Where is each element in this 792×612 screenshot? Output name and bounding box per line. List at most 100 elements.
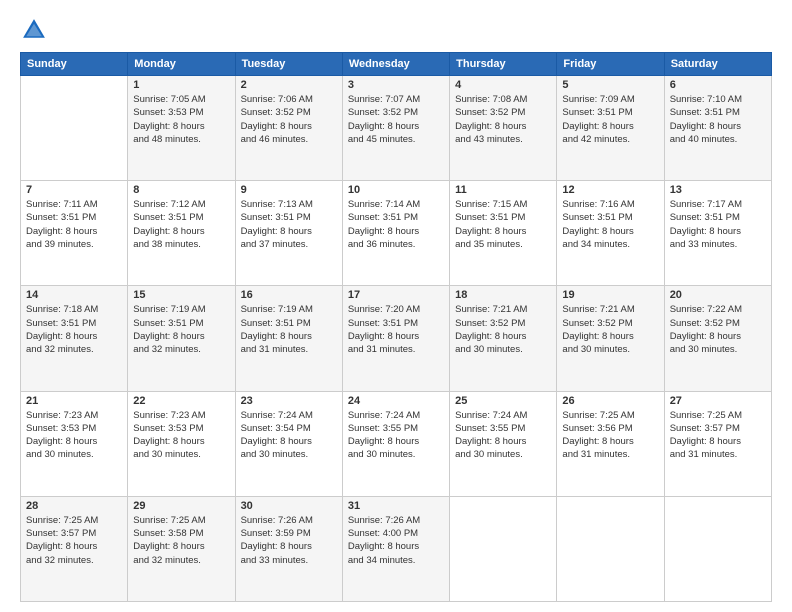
day-info: Sunrise: 7:21 AMSunset: 3:52 PMDaylight:… [455, 303, 551, 356]
day-number: 2 [241, 79, 337, 91]
day-info: Sunrise: 7:24 AMSunset: 3:55 PMDaylight:… [455, 409, 551, 462]
calendar-cell: 4 Sunrise: 7:08 AMSunset: 3:52 PMDaylight… [450, 76, 557, 181]
calendar-cell: 18 Sunrise: 7:21 AMSunset: 3:52 PMDayligh… [450, 286, 557, 391]
day-number: 21 [26, 395, 122, 407]
day-info: Sunrise: 7:25 AMSunset: 3:56 PMDaylight:… [562, 409, 658, 462]
calendar-cell: 6Sunrise: 7:10 AMSunset: 3:51 PMDaylight… [664, 76, 771, 181]
day-number: 27 [670, 395, 766, 407]
calendar-cell: 12Sunrise: 7:16 AMSunset: 3:51 PMDayligh… [557, 181, 664, 286]
day-info: Sunrise: 7:19 AMSunset: 3:51 PMDaylight:… [133, 303, 229, 356]
day-info: Sunrise: 7:26 AMSunset: 4:00 PMDaylight:… [348, 514, 444, 567]
day-number: 19 [562, 289, 658, 301]
header-row: SundayMondayTuesdayWednesdayThursdayFrid… [21, 53, 772, 76]
day-info: Sunrise: 7:17 AMSunset: 3:51 PMDaylight:… [670, 198, 766, 251]
day-info: Sunrise: 7:18 AMSunset: 3:51 PMDaylight:… [26, 303, 122, 356]
day-info: Sunrise: 7:19 AMSunset: 3:51 PMDaylight:… [241, 303, 337, 356]
day-info: Sunrise: 7:14 AMSunset: 3:51 PMDaylight:… [348, 198, 444, 251]
day-number: 24 [348, 395, 444, 407]
calendar-cell: 3 Sunrise: 7:07 AMSunset: 3:52 PMDaylight… [342, 76, 449, 181]
calendar-cell: 11Sunrise: 7:15 AMSunset: 3:51 PMDayligh… [450, 181, 557, 286]
day-number: 25 [455, 395, 551, 407]
day-number: 14 [26, 289, 122, 301]
calendar-cell: 7 Sunrise: 7:11 AMSunset: 3:51 PMDaylight… [21, 181, 128, 286]
day-number: 23 [241, 395, 337, 407]
calendar-table: SundayMondayTuesdayWednesdayThursdayFrid… [20, 52, 772, 602]
calendar-cell: 19 Sunrise: 7:21 AMSunset: 3:52 PMDayligh… [557, 286, 664, 391]
calendar-cell [21, 76, 128, 181]
day-number: 18 [455, 289, 551, 301]
day-number: 7 [26, 184, 122, 196]
calendar-cell: 31 Sunrise: 7:26 AMSunset: 4:00 PMDayligh… [342, 496, 449, 601]
day-number: 9 [241, 184, 337, 196]
calendar-cell: 14 Sunrise: 7:18 AMSunset: 3:51 PMDayligh… [21, 286, 128, 391]
day-info: Sunrise: 7:25 AMSunset: 3:57 PMDaylight:… [26, 514, 122, 567]
day-info: Sunrise: 7:24 AMSunset: 3:55 PMDaylight:… [348, 409, 444, 462]
page-header [20, 16, 772, 44]
day-number: 4 [455, 79, 551, 91]
day-info: Sunrise: 7:06 AMSunset: 3:52 PMDaylight:… [241, 93, 337, 146]
day-number: 13 [670, 184, 766, 196]
day-number: 5 [562, 79, 658, 91]
calendar-cell: 16Sunrise: 7:19 AMSunset: 3:51 PMDayligh… [235, 286, 342, 391]
calendar-cell: 27Sunrise: 7:25 AMSunset: 3:57 PMDayligh… [664, 391, 771, 496]
day-number: 31 [348, 500, 444, 512]
calendar-cell: 22Sunrise: 7:23 AMSunset: 3:53 PMDayligh… [128, 391, 235, 496]
day-number: 12 [562, 184, 658, 196]
day-number: 20 [670, 289, 766, 301]
logo-icon [20, 16, 48, 44]
calendar-cell: 2 Sunrise: 7:06 AMSunset: 3:52 PMDaylight… [235, 76, 342, 181]
calendar-cell [557, 496, 664, 601]
calendar-week-3: 14 Sunrise: 7:18 AMSunset: 3:51 PMDayligh… [21, 286, 772, 391]
header-cell-tuesday: Tuesday [235, 53, 342, 76]
day-info: Sunrise: 7:10 AMSunset: 3:51 PMDaylight:… [670, 93, 766, 146]
header-cell-monday: Monday [128, 53, 235, 76]
day-number: 26 [562, 395, 658, 407]
day-info: Sunrise: 7:20 AMSunset: 3:51 PMDaylight:… [348, 303, 444, 356]
day-info: Sunrise: 7:09 AMSunset: 3:51 PMDaylight:… [562, 93, 658, 146]
day-info: Sunrise: 7:05 AMSunset: 3:53 PMDaylight:… [133, 93, 229, 146]
day-info: Sunrise: 7:11 AMSunset: 3:51 PMDaylight:… [26, 198, 122, 251]
calendar-cell: 26 Sunrise: 7:25 AMSunset: 3:56 PMDayligh… [557, 391, 664, 496]
header-cell-sunday: Sunday [21, 53, 128, 76]
calendar-body: 1 Sunrise: 7:05 AMSunset: 3:53 PMDaylight… [21, 76, 772, 602]
day-info: Sunrise: 7:24 AMSunset: 3:54 PMDaylight:… [241, 409, 337, 462]
day-info: Sunrise: 7:22 AMSunset: 3:52 PMDaylight:… [670, 303, 766, 356]
calendar-cell: 5 Sunrise: 7:09 AMSunset: 3:51 PMDaylight… [557, 76, 664, 181]
calendar-cell: 9 Sunrise: 7:13 AMSunset: 3:51 PMDaylight… [235, 181, 342, 286]
day-number: 1 [133, 79, 229, 91]
day-info: Sunrise: 7:15 AMSunset: 3:51 PMDaylight:… [455, 198, 551, 251]
header-cell-saturday: Saturday [664, 53, 771, 76]
day-number: 30 [241, 500, 337, 512]
calendar-cell: 28Sunrise: 7:25 AMSunset: 3:57 PMDayligh… [21, 496, 128, 601]
calendar-cell: 21 Sunrise: 7:23 AMSunset: 3:53 PMDayligh… [21, 391, 128, 496]
day-info: Sunrise: 7:07 AMSunset: 3:52 PMDaylight:… [348, 93, 444, 146]
logo [20, 16, 52, 44]
calendar-cell [450, 496, 557, 601]
day-info: Sunrise: 7:23 AMSunset: 3:53 PMDaylight:… [26, 409, 122, 462]
calendar-cell: 8Sunrise: 7:12 AMSunset: 3:51 PMDaylight… [128, 181, 235, 286]
day-number: 3 [348, 79, 444, 91]
day-number: 17 [348, 289, 444, 301]
day-number: 8 [133, 184, 229, 196]
calendar-cell: 10 Sunrise: 7:14 AMSunset: 3:51 PMDayligh… [342, 181, 449, 286]
calendar-cell: 24 Sunrise: 7:24 AMSunset: 3:55 PMDayligh… [342, 391, 449, 496]
calendar-cell: 1 Sunrise: 7:05 AMSunset: 3:53 PMDaylight… [128, 76, 235, 181]
calendar-cell [664, 496, 771, 601]
day-number: 29 [133, 500, 229, 512]
calendar-cell: 13 Sunrise: 7:17 AMSunset: 3:51 PMDayligh… [664, 181, 771, 286]
calendar-week-1: 1 Sunrise: 7:05 AMSunset: 3:53 PMDaylight… [21, 76, 772, 181]
day-info: Sunrise: 7:21 AMSunset: 3:52 PMDaylight:… [562, 303, 658, 356]
calendar-header: SundayMondayTuesdayWednesdayThursdayFrid… [21, 53, 772, 76]
calendar-cell: 29 Sunrise: 7:25 AMSunset: 3:58 PMDayligh… [128, 496, 235, 601]
header-cell-friday: Friday [557, 53, 664, 76]
day-info: Sunrise: 7:13 AMSunset: 3:51 PMDaylight:… [241, 198, 337, 251]
calendar-week-4: 21 Sunrise: 7:23 AMSunset: 3:53 PMDayligh… [21, 391, 772, 496]
day-number: 10 [348, 184, 444, 196]
calendar-week-5: 28Sunrise: 7:25 AMSunset: 3:57 PMDayligh… [21, 496, 772, 601]
day-info: Sunrise: 7:08 AMSunset: 3:52 PMDaylight:… [455, 93, 551, 146]
calendar-cell: 17 Sunrise: 7:20 AMSunset: 3:51 PMDayligh… [342, 286, 449, 391]
calendar-cell: 20 Sunrise: 7:22 AMSunset: 3:52 PMDayligh… [664, 286, 771, 391]
day-info: Sunrise: 7:25 AMSunset: 3:58 PMDaylight:… [133, 514, 229, 567]
day-number: 15 [133, 289, 229, 301]
calendar-cell: 15 Sunrise: 7:19 AMSunset: 3:51 PMDayligh… [128, 286, 235, 391]
